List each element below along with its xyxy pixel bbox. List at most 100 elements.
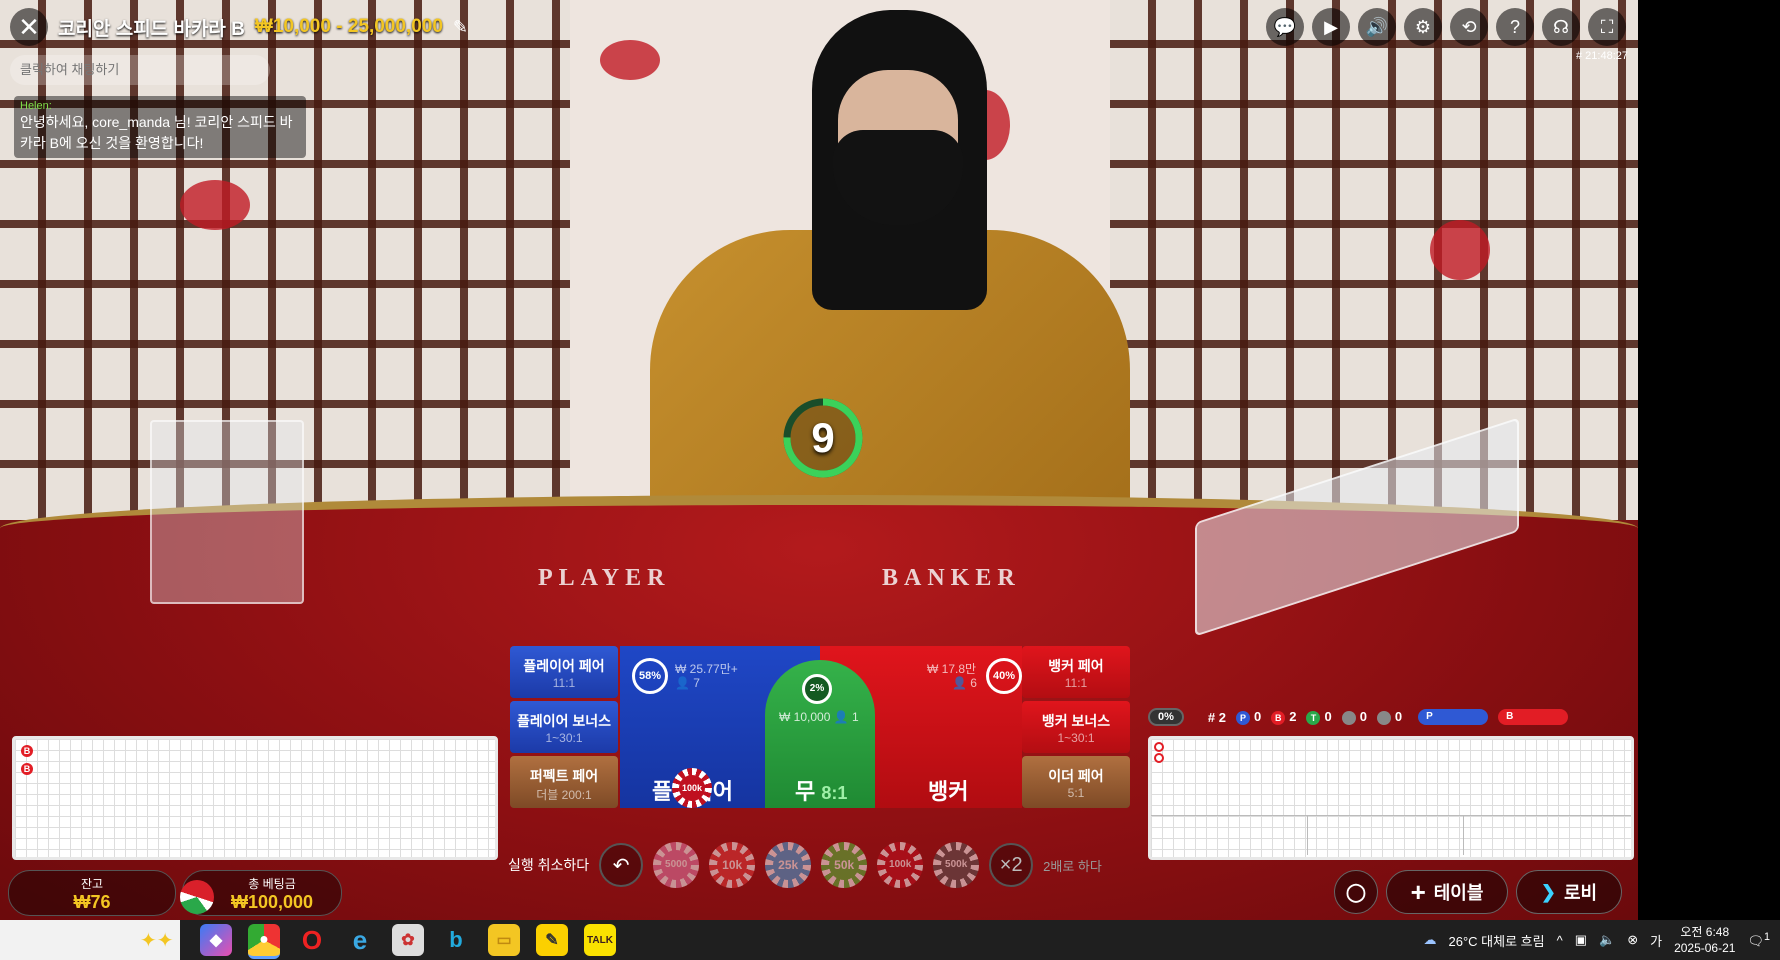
fullscreen-icon[interactable]: ⛶ [1588,8,1626,46]
add-table-label: 테이블 [1433,883,1484,903]
weather-text[interactable]: 26°C 대체로 흐림 [1449,931,1545,950]
road-divider [1463,815,1464,855]
timer-value: 9 [811,414,835,461]
system-clock[interactable]: 오전 6:48 2025-06-21 [1674,924,1735,956]
bet-tie-main[interactable]: 2% ₩ 10,000 👤 1 무 8:1 [765,660,875,808]
weather-icon[interactable]: ☁ [1424,932,1437,948]
chat-icon[interactable]: 💬 [1266,8,1304,46]
taskbar: ✦✦ ◆ ● O e ✿ b ▭ ✎ TALK ☁ 26°C 대체로 흐림 ^ … [0,920,1780,960]
notification-count: 1 [1763,930,1770,943]
bet-odds: 더블 200:1 [536,788,592,802]
stats-row: 0% # 2 P0 B2 T0 0 0 P B [1148,708,1569,726]
balance-box: 잔고 ₩76 [8,870,176,916]
close-icon: ✕ [18,11,40,42]
opera-icon[interactable]: O [296,924,328,956]
system-tray: ☁ 26°C 대체로 흐림 ^ ▣ 🔈 ⊗ 가 오전 6:48 2025-06-… [1424,920,1770,960]
history-icon[interactable]: ⟲ [1450,8,1488,46]
chat-message: Helen: 안녕하세요, core_manda 님! 코리안 스피드 바카라 … [14,96,306,158]
road-divider [1151,815,1631,816]
player-amount: ₩ 25.77만+ [675,662,738,676]
bet-perfect-pair[interactable]: 퍼펙트 페어 더블 200:1 [510,756,618,808]
bet-limits: ₩10,000 - 25,000,000 [254,16,443,37]
volume-icon[interactable]: 🔊 [1358,8,1396,46]
kakaotalk-icon[interactable]: TALK [584,924,616,956]
table-title: 코리안 스피드 바카라 B [58,18,245,40]
sparkle-icon[interactable]: ✦✦ [140,928,174,953]
network-icon[interactable]: ▣ [1575,932,1587,948]
folder-icon[interactable]: ▭ [488,924,520,956]
bet-odds: 5:1 [1067,786,1085,800]
big-road-banker-mark [1154,742,1164,752]
chip-500k[interactable]: 500k [933,842,980,888]
chat-text: 안녕하세요, core_manda 님! 코리안 스피드 바카라 B에 오신 것… [20,114,293,151]
stats-banker-count: B2 [1271,709,1296,725]
lobby-label: 로비 [1563,883,1598,903]
edit-pencil-icon[interactable]: ✎ [453,17,468,38]
stats-player-pair-count: 0 [1341,709,1367,725]
bet-label: 퍼펙트 페어 [529,768,599,784]
bet-label: 뱅커 페어 [1048,658,1104,674]
mini-view-button[interactable]: ◯ [1334,870,1378,914]
taskbar-apps: ◆ ● O e ✿ b ▭ ✎ TALK [200,924,616,959]
close-circle-icon[interactable]: ⊗ [1627,932,1638,948]
stats-banker-pair-count: 0 [1376,709,1402,725]
chip-50k[interactable]: 50k [821,842,868,888]
discard-box [150,420,304,604]
big-road-right[interactable] [1148,736,1634,860]
right-margin [1638,0,1780,920]
plus-icon: + [1410,876,1426,907]
bet-banker-pair[interactable]: 뱅커 페어 11:1 [1022,646,1130,698]
help-icon[interactable]: ? [1496,8,1534,46]
player-count: 👤 7 [675,676,700,690]
chip-25k[interactable]: 25k [765,842,812,888]
lobby-button[interactable]: ❯ 로비 [1516,870,1622,914]
clock-time: 오전 6:48 [1680,925,1730,939]
bet-label: 이더 페어 [1048,768,1104,784]
copilot-icon[interactable]: ◆ [200,924,232,956]
app-icon[interactable]: b [440,924,472,956]
banker-label: 뱅커 [928,779,969,804]
bet-banker-bonus[interactable]: 뱅커 보너스 1~30:1 [1022,701,1130,753]
round-time: # 21:48:27 [1576,50,1628,62]
bet-odds: 1~30:1 [545,731,583,745]
bet-either-pair[interactable]: 이더 페어 5:1 [1022,756,1130,808]
bet-player-pair[interactable]: 플레이어 페어 11:1 [510,646,618,698]
headset-icon[interactable]: ☊ [1542,8,1580,46]
double-button[interactable]: ×2 [989,843,1034,887]
chip-100k[interactable]: 100k [877,842,924,888]
chip-row: 실행 취소하다 ↶ 5000 10k 25k 50k 100k 500k ×2 … [508,842,1102,888]
clock-date: 2025-06-21 [1674,941,1736,955]
notification-icon[interactable]: 🗨1 [1747,931,1770,949]
backdrop-screen-mid-right [1110,0,1350,520]
placed-chip: 100k [672,768,712,808]
banker-amount: ₩ 17.8만 [927,662,977,676]
notes-icon[interactable]: ✎ [536,924,568,956]
chat-input[interactable] [10,55,270,85]
bet-player-bonus[interactable]: 플레이어 보너스 1~30:1 [510,701,618,753]
chip-stack-icon [180,880,214,914]
blossom [600,40,660,80]
gear-icon[interactable]: ⚙ [1404,8,1442,46]
tie-amount: ₩ 10,000 👤 1 [779,710,859,724]
ime-icon[interactable]: 가 [1650,931,1662,950]
bead-road-left[interactable]: B B [12,736,498,860]
blossom [180,180,250,230]
chevron-up-icon[interactable]: ^ [1557,933,1563,948]
edge-icon[interactable]: e [344,924,376,956]
player-pct: 58% [632,658,668,694]
player-prediction-bar[interactable]: P [1418,709,1489,725]
bet-odds: 11:1 [552,676,576,690]
banker-prediction-bar[interactable]: B [1498,709,1569,725]
chip-5000[interactable]: 5000 [653,842,700,888]
double-icon: ×2 [999,853,1023,876]
road-divider [1307,815,1308,855]
chip-10k[interactable]: 10k [709,842,756,888]
video-icon[interactable]: ▶ [1312,8,1350,46]
close-button[interactable]: ✕ [10,8,48,46]
add-table-button[interactable]: + 테이블 [1386,870,1508,914]
chrome-icon[interactable]: ● [248,924,280,959]
paint-icon[interactable]: ✿ [392,924,424,956]
volume-tray-icon[interactable]: 🔈 [1599,932,1615,948]
undo-button[interactable]: ↶ [599,843,644,887]
countdown-timer: 9 [780,395,866,481]
